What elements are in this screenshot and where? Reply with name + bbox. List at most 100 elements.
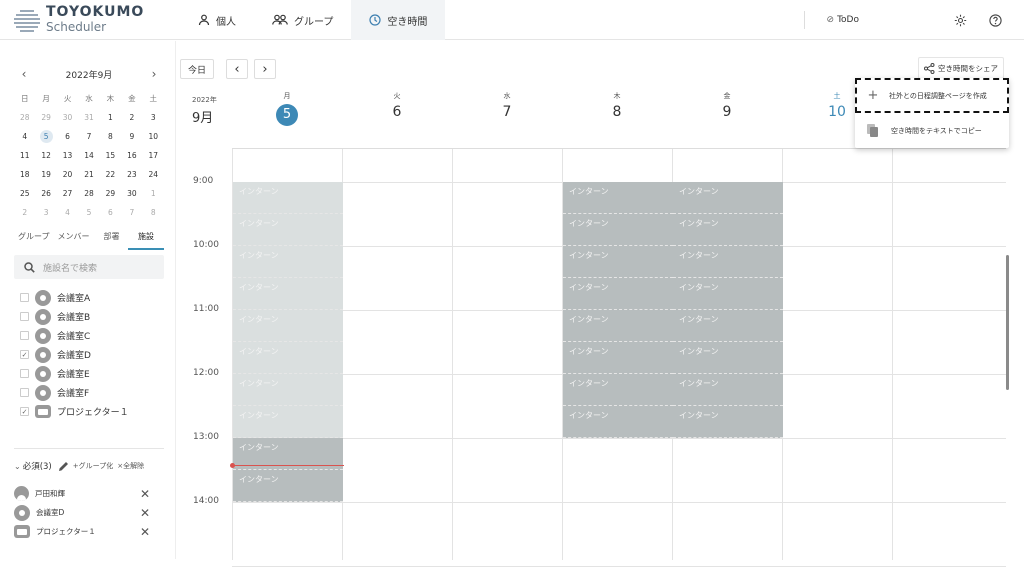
- mini-calendar-prev-button[interactable]: ‹: [14, 67, 34, 81]
- collapse-caret-icon[interactable]: ⌄: [14, 462, 21, 471]
- mini-calendar-day[interactable]: 29: [35, 108, 56, 127]
- tab-group[interactable]: グループ: [14, 229, 54, 250]
- mini-calendar-day[interactable]: 5: [78, 203, 99, 222]
- event-block[interactable]: インターン: [563, 342, 673, 374]
- event-block[interactable]: インターン: [233, 342, 343, 374]
- logo[interactable]: TOYOKUMO Scheduler: [14, 5, 144, 34]
- settings-button[interactable]: [954, 14, 967, 27]
- mini-calendar-day[interactable]: 19: [35, 165, 56, 184]
- event-block[interactable]: インターン: [673, 342, 783, 374]
- day-header[interactable]: 月5: [232, 91, 342, 126]
- todo-link[interactable]: ⊘ ToDo: [827, 15, 859, 25]
- mini-calendar-day[interactable]: 7: [121, 203, 142, 222]
- facility-checkbox[interactable]: [20, 293, 29, 302]
- mini-calendar-day[interactable]: 30: [121, 184, 142, 203]
- group-button[interactable]: +グループ化: [73, 461, 113, 471]
- mini-calendar-day[interactable]: 30: [57, 108, 78, 127]
- event-block[interactable]: インターン: [233, 214, 343, 246]
- facility-item[interactable]: 会議室E: [20, 364, 170, 383]
- week-grid[interactable]: インターン インターン インターン インターン インターン インターン インターン インターン…: [232, 148, 1006, 567]
- mini-calendar-day[interactable]: 1: [143, 184, 164, 203]
- next-week-button[interactable]: ›: [254, 59, 276, 79]
- event-block[interactable]: インターン: [673, 310, 783, 342]
- facility-checkbox[interactable]: [20, 312, 29, 321]
- mini-calendar-day[interactable]: 11: [14, 146, 35, 165]
- event-block[interactable]: インターン: [233, 310, 343, 342]
- mini-calendar-day[interactable]: 16: [121, 146, 142, 165]
- mini-calendar-day[interactable]: 27: [57, 184, 78, 203]
- remove-icon[interactable]: ✕: [140, 506, 150, 520]
- mini-calendar-day[interactable]: 8: [143, 203, 164, 222]
- event-block[interactable]: インターン: [233, 278, 343, 310]
- event-block[interactable]: インターン: [233, 182, 343, 214]
- mini-calendar-day[interactable]: 6: [57, 127, 78, 146]
- mini-calendar-day[interactable]: 2: [14, 203, 35, 222]
- facility-item[interactable]: 会議室C: [20, 326, 170, 345]
- mini-calendar-day[interactable]: 17: [143, 146, 164, 165]
- create-scheduling-page-item[interactable]: + 社外との日程調整ページを作成: [855, 78, 1009, 113]
- day-header[interactable]: 火6: [342, 91, 452, 120]
- event-block[interactable]: インターン: [563, 310, 673, 342]
- nav-group[interactable]: グループ: [254, 0, 351, 40]
- tab-facility[interactable]: 施設: [128, 229, 164, 250]
- mini-calendar-next-button[interactable]: ›: [144, 67, 164, 81]
- help-button[interactable]: [989, 13, 1002, 27]
- event-block[interactable]: インターン: [563, 214, 673, 246]
- mini-calendar-day[interactable]: 1: [100, 108, 121, 127]
- mini-calendar-day[interactable]: 28: [14, 108, 35, 127]
- mini-calendar-day[interactable]: 31: [78, 108, 99, 127]
- event-block[interactable]: インターン: [563, 406, 673, 438]
- event-block[interactable]: インターン: [563, 374, 673, 406]
- tab-department[interactable]: 部署: [100, 229, 124, 250]
- facility-checkbox[interactable]: [20, 369, 29, 378]
- facility-checkbox[interactable]: [20, 388, 29, 397]
- event-block[interactable]: インターン: [563, 278, 673, 310]
- facility-item[interactable]: ✓ プロジェクター１: [20, 402, 170, 421]
- mini-calendar-day[interactable]: 29: [100, 184, 121, 203]
- remove-icon[interactable]: ✕: [140, 487, 150, 501]
- clear-all-button[interactable]: ×全解除: [117, 461, 144, 471]
- mini-calendar-day[interactable]: 10: [143, 127, 164, 146]
- mini-calendar-day[interactable]: 26: [35, 184, 56, 203]
- day-header[interactable]: 水7: [452, 91, 562, 120]
- event-block[interactable]: インターン: [673, 406, 783, 438]
- mini-calendar-day[interactable]: 18: [14, 165, 35, 184]
- share-button[interactable]: 空き時間をシェア: [918, 57, 1004, 79]
- mini-calendar-day[interactable]: 6: [100, 203, 121, 222]
- pencil-icon[interactable]: [58, 461, 69, 472]
- scrollbar[interactable]: [1006, 255, 1009, 390]
- remove-icon[interactable]: ✕: [140, 525, 150, 539]
- mini-calendar-day[interactable]: 3: [35, 203, 56, 222]
- mini-calendar-day[interactable]: 9: [121, 127, 142, 146]
- tab-member[interactable]: メンバー: [54, 229, 94, 250]
- mini-calendar-day[interactable]: 20: [57, 165, 78, 184]
- facility-checkbox[interactable]: ✓: [20, 407, 29, 416]
- day-header[interactable]: 金9: [672, 91, 782, 120]
- event-block[interactable]: インターン: [673, 374, 783, 406]
- facility-checkbox[interactable]: [20, 331, 29, 340]
- mini-calendar-day[interactable]: 28: [78, 184, 99, 203]
- mini-calendar-day[interactable]: 24: [143, 165, 164, 184]
- prev-week-button[interactable]: ‹: [226, 59, 248, 79]
- mini-calendar-day[interactable]: 4: [57, 203, 78, 222]
- today-button[interactable]: 今日: [180, 59, 214, 79]
- search-input[interactable]: 施設名で検索: [43, 261, 97, 274]
- facility-item[interactable]: 会議室B: [20, 307, 170, 326]
- facility-checkbox[interactable]: ✓: [20, 350, 29, 359]
- nav-personal[interactable]: 個人: [180, 0, 254, 40]
- event-block[interactable]: インターン: [563, 182, 673, 214]
- event-block[interactable]: インターン: [233, 470, 343, 502]
- mini-calendar-day[interactable]: 2: [121, 108, 142, 127]
- mini-calendar-day[interactable]: 12: [35, 146, 56, 165]
- event-block[interactable]: インターン: [673, 182, 783, 214]
- mini-calendar-day[interactable]: 7: [78, 127, 99, 146]
- mini-calendar-day[interactable]: 3: [143, 108, 164, 127]
- mini-calendar-day[interactable]: 15: [100, 146, 121, 165]
- mini-calendar-day[interactable]: 23: [121, 165, 142, 184]
- mini-calendar-day[interactable]: 25: [14, 184, 35, 203]
- event-block[interactable]: インターン: [673, 278, 783, 310]
- event-block[interactable]: インターン: [233, 246, 343, 278]
- day-header[interactable]: 木8: [562, 91, 672, 120]
- facility-item[interactable]: 会議室F: [20, 383, 170, 402]
- mini-calendar-day[interactable]: 8: [100, 127, 121, 146]
